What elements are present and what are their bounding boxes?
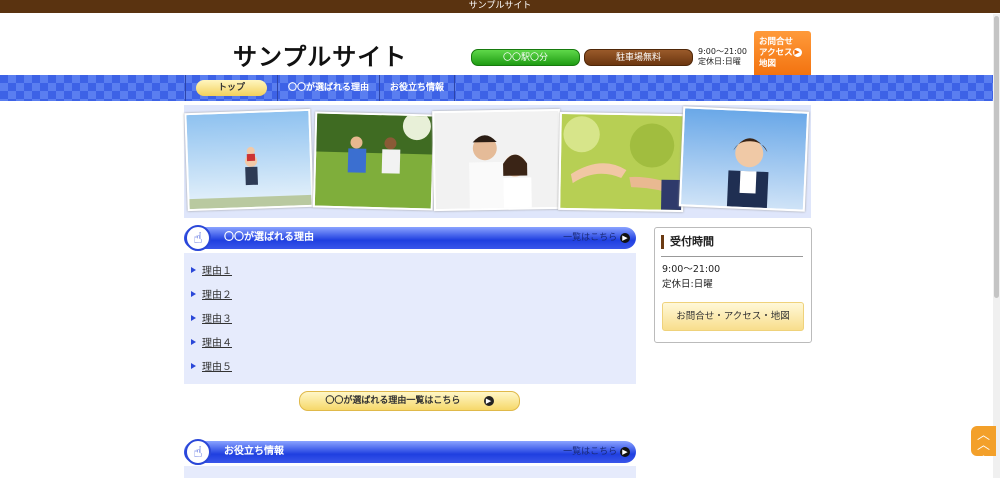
business-hours-box: 受付時間 9:00～21:00 定休日:日曜 お問合せ・アクセス・地図 [654,227,812,343]
info-list-link-label: 一覧はこちら [563,447,618,457]
hero-image-strip [184,105,811,218]
header-hours-time: 9:00～21:00 [698,47,748,56]
triangle-bullet-icon [191,291,196,297]
business-hours-closed: 定休日:日曜 [662,279,713,290]
info-section-title: お役立ち情報 [224,446,284,457]
nav-item-reasons[interactable]: 〇〇が選ばれる理由 [278,75,381,101]
chevron-right-icon: ▶ [620,446,630,457]
chevron-right-icon: ▶ [483,395,494,406]
header-hours: 9:00～21:00 定休日:日曜 [698,47,747,67]
parking-badge: 駐車場無料 [584,49,693,66]
reason-link-5[interactable]: 理由５ [202,362,232,373]
contact-line-2: アクセス [759,48,793,58]
contact-line-3: 地図 [759,59,777,69]
scrollbar-thumb[interactable] [994,16,999,298]
reasons-section-title: 〇〇が選ばれる理由 [224,232,314,243]
nav-item-top-label: トップ [196,80,268,96]
station-badge: 〇〇駅〇分 [471,49,580,66]
triangle-bullet-icon [191,315,196,321]
global-nav: トップ 〇〇が選ばれる理由 お役立ち情報 [0,75,993,101]
list-item: 理由３ [191,310,636,334]
business-hours-time: 9:00～21:00 [662,264,721,275]
top-bar-title: サンプルサイト [468,1,532,11]
page-top-button[interactable]: ︿ ︿ ︿ [971,426,996,462]
site-header: サンプルサイト 〇〇駅〇分 駐車場無料 9:00～21:00 定休日:日曜 お問… [0,13,1000,85]
reasons-section-header: ☝ 〇〇が選ばれる理由 一覧はこちら ▶ [184,225,636,251]
info-list-link[interactable]: 一覧はこちら ▶ [563,441,630,463]
info-section-header: ☝ お役立ち情報 一覧はこちら ▶ [184,439,636,465]
double-chevron-up-icon: ︿ ︿ ︿ [976,428,990,463]
contact-access-button[interactable]: お問合せ・アクセス・地図 [662,302,804,331]
woman-smiling-photo [678,106,810,212]
list-item: 理由１ [191,262,636,286]
reason-link-1[interactable]: 理由１ [202,266,232,277]
reasons-list-link[interactable]: 一覧はこちら ▶ [563,227,630,249]
list-item: 理由５ [191,358,636,382]
nav-item-info[interactable]: お役立ち情報 [380,75,456,101]
chevron-right-icon: ▶ [792,48,802,57]
divider [661,256,803,257]
site-title[interactable]: サンプルサイト [233,37,407,72]
header-hours-closed: 定休日:日曜 [698,57,741,66]
list-item: 理由２ [191,286,636,310]
list-item: 理由４ [191,334,636,358]
reason-link-3[interactable]: 理由３ [202,314,232,325]
info-list [184,466,636,478]
top-bar: サンプルサイト [0,0,1000,13]
family-sky-photo [184,108,314,212]
reasons-more-button[interactable]: 〇〇が選ばれる理由一覧はこちら ▶ [299,391,520,411]
reasons-list: 理由１ 理由２ 理由３ 理由４ 理由５ [184,253,636,384]
couple-smiling-photo [432,108,562,212]
pointing-hand-icon: ☝ [185,439,211,465]
business-hours-text: 9:00～21:00 定休日:日曜 [662,262,720,292]
triangle-bullet-icon [191,267,196,273]
reason-link-2[interactable]: 理由２ [202,290,232,301]
triangle-bullet-icon [191,339,196,345]
chevron-right-icon: ▶ [620,232,630,243]
reasons-list-link-label: 一覧はこちら [563,233,618,243]
pointing-hand-icon: ☝ [185,225,211,251]
reasons-more-button-label: 〇〇が選ばれる理由一覧はこちら [325,396,461,406]
vertical-scrollbar[interactable] [993,14,1000,478]
children-running-photo [312,111,436,211]
nav-item-top[interactable]: トップ [185,75,279,101]
triangle-bullet-icon [191,363,196,369]
business-hours-title: 受付時間 [661,235,803,249]
reason-link-4[interactable]: 理由４ [202,338,232,349]
holding-hands-photo [558,111,685,213]
contact-line-1: お問合せ [759,37,794,47]
